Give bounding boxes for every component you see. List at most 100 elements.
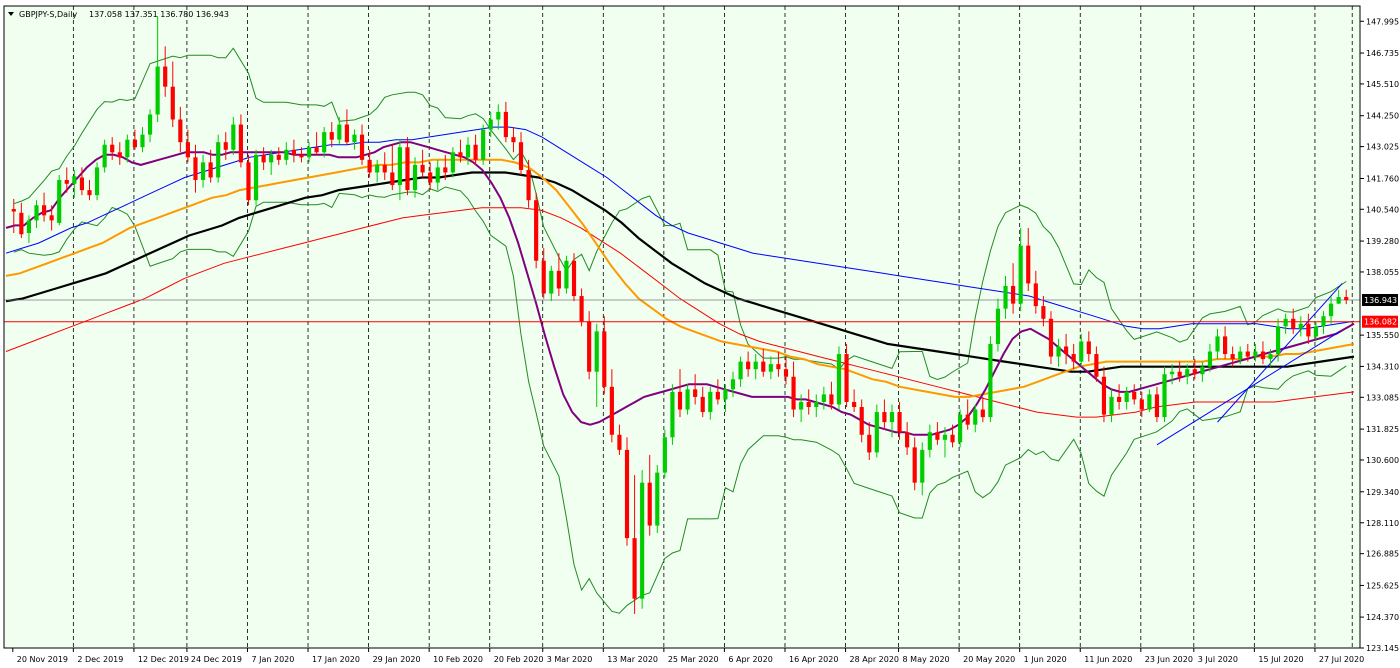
bull-candle-body — [874, 412, 879, 453]
bull-candle-body — [496, 111, 501, 120]
bull-candle-body — [1185, 369, 1190, 377]
bear-candle-body — [291, 149, 296, 155]
bear-candle-body — [1154, 394, 1160, 418]
x-tick-label: 24 Dec 2019 — [191, 655, 242, 664]
bull-candle-body — [306, 147, 312, 158]
bear-candle-body — [571, 260, 577, 297]
bull-candle-body — [738, 361, 743, 380]
bear-candle-body — [110, 144, 115, 153]
bear-candle-body — [647, 482, 652, 526]
y-tick-label: 131.825 — [1366, 425, 1399, 434]
bear-candle-body — [473, 144, 478, 160]
bull-candle-body — [216, 142, 221, 178]
x-tick-label: 8 May 2020 — [903, 655, 950, 664]
bull-candle-body — [1147, 394, 1152, 410]
bear-candle-body — [458, 152, 463, 158]
bear-candle-body — [1071, 354, 1076, 362]
x-tick-label: 20 Feb 2020 — [494, 655, 544, 664]
x-tick-label: 13 Mar 2020 — [607, 655, 658, 664]
bull-candle-body — [753, 361, 758, 370]
bear-candle-body — [587, 321, 592, 372]
bear-candle-body — [246, 162, 251, 201]
bear-candle-body — [905, 432, 910, 448]
bear-candle-body — [185, 142, 190, 158]
bull-candle-body — [564, 260, 569, 289]
x-tick-label: 23 Jun 2020 — [1145, 655, 1193, 664]
bull-candle-body — [125, 139, 130, 158]
bear-candle-body — [367, 159, 372, 173]
bull-candle-body — [1336, 297, 1341, 304]
bear-candle-body — [132, 139, 137, 148]
bull-candle-body — [889, 412, 895, 423]
bear-candle-body — [1177, 371, 1182, 377]
bear-candle-body — [912, 447, 917, 483]
bull-candle-body — [821, 394, 826, 402]
x-tick-label: 20 Nov 2019 — [17, 655, 68, 664]
bear-candle-body — [1041, 306, 1046, 319]
bear-candle-body — [761, 361, 766, 372]
bull-candle-body — [140, 134, 145, 148]
bear-candle-body — [746, 361, 751, 370]
bear-candle-body — [776, 364, 781, 370]
bear-candle-body — [882, 412, 887, 423]
bull-candle-body — [799, 401, 804, 410]
bear-candle-body — [935, 432, 940, 440]
bear-candle-body — [950, 434, 955, 443]
bear-candle-body — [511, 137, 516, 143]
bull-candle-body — [1283, 318, 1288, 327]
current-price-label: 136.943 — [1364, 296, 1397, 305]
bull-candle-body — [594, 331, 599, 372]
y-tick-label: 126.885 — [1366, 550, 1399, 559]
bull-candle-body — [1079, 341, 1084, 362]
bear-candle-body — [1094, 354, 1099, 377]
bear-candle-body — [11, 209, 16, 212]
ohlc-values: 137.058 137.351 136.780 136.943 — [89, 10, 229, 19]
bull-candle-body — [155, 66, 160, 115]
x-tick-label: 28 Apr 2020 — [850, 655, 899, 664]
symbol-label: GBPJPY-S,Daily — [19, 10, 77, 19]
bear-candle-body — [556, 270, 561, 289]
bull-candle-body — [927, 432, 932, 450]
x-tick-label: 6 Apr 2020 — [728, 655, 772, 664]
bear-candle-body — [344, 124, 349, 143]
bear-candle-body — [965, 414, 970, 425]
bull-candle-body — [1321, 316, 1326, 327]
bear-candle-body — [859, 407, 864, 435]
y-tick-label: 143.025 — [1366, 143, 1399, 152]
bull-candle-body — [284, 149, 289, 160]
bull-candle-body — [988, 343, 993, 418]
bull-candle-body — [102, 144, 107, 168]
hline-price-label: 136.082 — [1364, 318, 1397, 327]
bull-candle-body — [708, 391, 713, 413]
bear-candle-body — [1033, 283, 1038, 307]
x-tick-label: 7 Jan 2020 — [251, 655, 294, 664]
bull-candle-body — [920, 449, 925, 483]
y-tick-label: 125.625 — [1366, 581, 1399, 590]
bear-candle-body — [579, 296, 584, 322]
bear-candle-body — [715, 391, 720, 400]
bull-candle-body — [200, 162, 206, 181]
bear-candle-body — [382, 164, 387, 173]
x-tick-label: 10 Feb 2020 — [433, 655, 483, 664]
bull-candle-body — [94, 167, 100, 196]
bull-candle-body — [958, 414, 963, 443]
bull-candle-body — [397, 147, 402, 186]
x-tick-label: 29 Jan 2020 — [373, 655, 421, 664]
bull-candle-body — [1003, 285, 1008, 309]
bear-candle-body — [829, 394, 834, 405]
bull-candle-body — [1298, 323, 1303, 329]
gbpjpy-daily-chart[interactable]: 147.995 146.735 145.510 144.250 143.025 141.7… — [0, 0, 1400, 668]
x-tick-label: 12 Dec 2019 — [138, 655, 189, 664]
y-tick-label: 123.145 — [1366, 644, 1399, 653]
bull-candle-body — [1162, 374, 1167, 418]
x-tick-label: 25 Mar 2020 — [668, 655, 719, 664]
bear-candle-body — [223, 142, 228, 150]
bull-candle-body — [1124, 391, 1129, 402]
bull-candle-body — [481, 129, 486, 160]
bull-candle-body — [1238, 351, 1243, 360]
bear-candle-body — [238, 124, 243, 163]
bear-candle-body — [299, 154, 304, 158]
y-tick-label: 128.110 — [1366, 519, 1399, 528]
x-tick-label: 2 Dec 2019 — [77, 655, 123, 664]
bear-candle-body — [806, 401, 811, 408]
